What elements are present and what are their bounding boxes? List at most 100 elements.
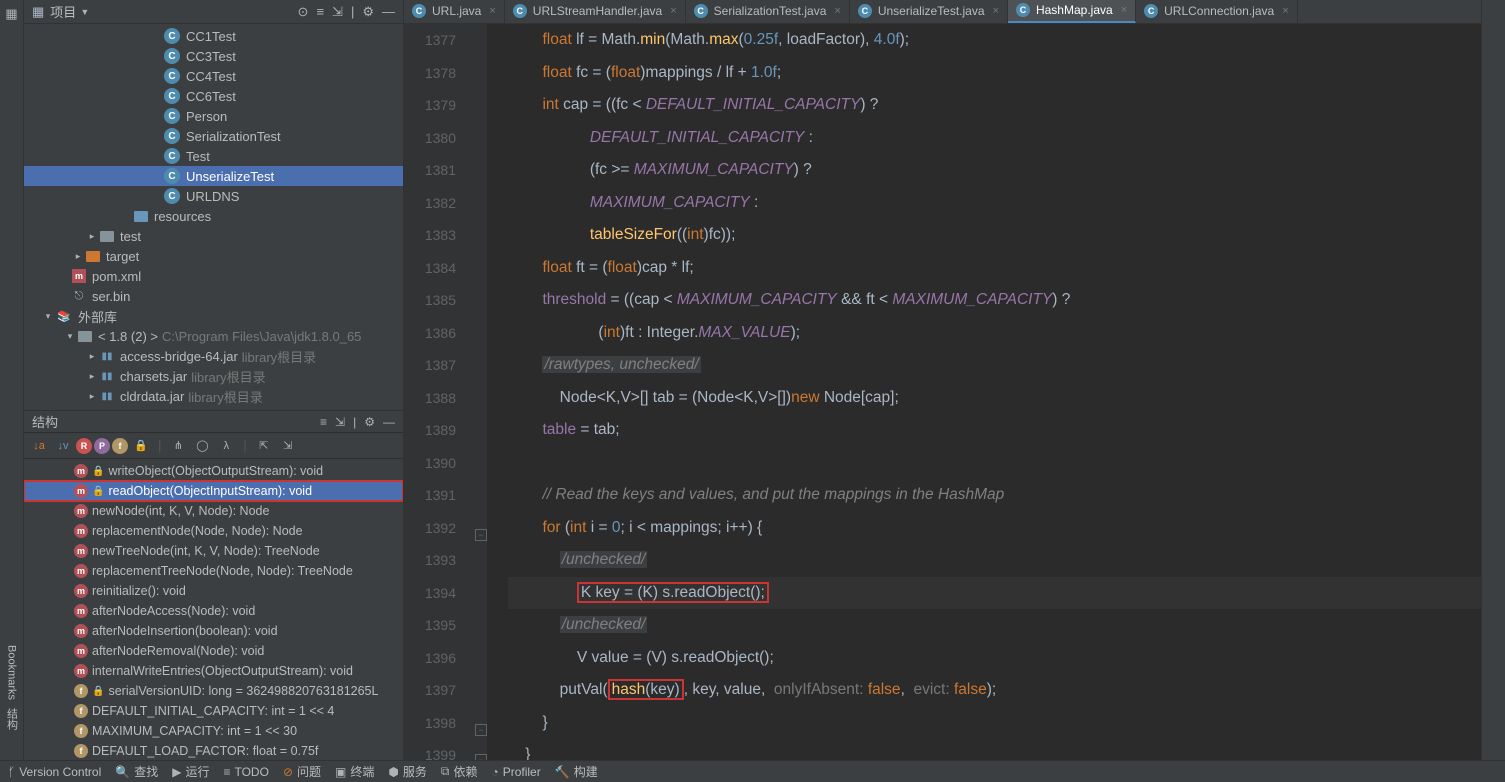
fold-minus-icon[interactable]: − [475, 724, 487, 736]
problems-tab[interactable]: ⊘问题 [283, 763, 321, 780]
gear-icon[interactable]: ⚙ [362, 4, 374, 20]
code-line[interactable]: putVal(hash(key), key, value, onlyIfAbse… [508, 674, 1481, 707]
terminal-tab[interactable]: ▣终端 [335, 763, 374, 780]
tree-item[interactable]: ▾📚外部库 [24, 306, 403, 326]
run-tab[interactable]: ▶运行 [172, 763, 209, 780]
code-area[interactable]: float lf = Math.min(Math.max(0.25f, load… [488, 24, 1481, 760]
sort-visibility-icon[interactable]: ↓v [52, 435, 74, 457]
line-number[interactable]: 1396 [404, 642, 456, 675]
code-line[interactable]: Node<K,V>[] tab = (Node<K,V>[])new Node[… [508, 382, 1481, 415]
expand-icon[interactable]: ⇲ [335, 415, 345, 429]
editor-tab[interactable]: CURL.java× [404, 0, 505, 23]
code-line[interactable]: MAXIMUM_CAPACITY : [508, 187, 1481, 220]
code-line[interactable]: (fc >= MAXIMUM_CAPACITY) ? [508, 154, 1481, 187]
fold-minus-icon[interactable]: − [475, 529, 487, 541]
tree-item[interactable]: CUnserializeTest [24, 166, 403, 186]
tree-item[interactable]: ▸▮▮cldrdata.jarlibrary根目录 [24, 386, 403, 406]
show-records-icon[interactable]: R [76, 438, 92, 454]
close-icon[interactable]: × [993, 5, 999, 17]
close-icon[interactable]: × [1121, 4, 1127, 16]
gear-icon[interactable]: ⚙ [364, 415, 375, 429]
tree-item[interactable]: CCC1Test [24, 26, 403, 46]
code-line[interactable]: float fc = (float)mappings / lf + 1.0f; [508, 57, 1481, 90]
tree-item[interactable]: mpom.xml [24, 266, 403, 286]
expand-icon[interactable]: ⇲ [332, 4, 343, 20]
line-number[interactable]: 1379 [404, 89, 456, 122]
structure-item[interactable]: mafterNodeRemoval(Node): void [24, 641, 403, 661]
show-fields-icon[interactable]: f [112, 438, 128, 454]
structure-item[interactable]: fMAXIMUM_CAPACITY: int = 1 << 30 [24, 721, 403, 741]
fold-minus-icon[interactable]: − [475, 754, 487, 760]
autoscroll-from-icon[interactable]: ⇲ [277, 435, 299, 457]
line-number[interactable]: 1397 [404, 674, 456, 707]
editor[interactable]: 1377137813791380138113821383138413851386… [404, 24, 1481, 760]
line-number[interactable]: 1398 [404, 707, 456, 740]
line-number[interactable]: 1381 [404, 154, 456, 187]
line-number[interactable]: 1390 [404, 447, 456, 480]
structure-item[interactable]: fDEFAULT_LOAD_FACTOR: float = 0.75f [24, 741, 403, 760]
structure-list[interactable]: m🔒writeObject(ObjectOutputStream): voidm… [24, 459, 403, 760]
minimize-icon[interactable]: — [383, 415, 395, 429]
show-properties-icon[interactable]: P [94, 438, 110, 454]
version-control-tab[interactable]: ᚶVersion Control [8, 765, 101, 779]
structure-item[interactable]: fDEFAULT_INITIAL_CAPACITY: int = 1 << 4 [24, 701, 403, 721]
show-lambda-icon[interactable]: λ [215, 435, 237, 457]
find-tab[interactable]: 🔍查找 [115, 763, 158, 780]
tree-item[interactable]: ▸target [24, 246, 403, 266]
code-line[interactable]: V value = (V) s.readObject(); [508, 642, 1481, 675]
structure-item[interactable]: f🔒serialVersionUID: long = 3624988207631… [24, 681, 403, 701]
tree-item[interactable]: ⎋ser.bin [24, 286, 403, 306]
todo-tab[interactable]: ≡TODO [223, 765, 268, 779]
line-number[interactable]: 1389 [404, 414, 456, 447]
tree-item[interactable]: CURLDNS [24, 186, 403, 206]
close-icon[interactable]: × [834, 5, 840, 17]
editor-tab[interactable]: CHashMap.java× [1008, 0, 1136, 23]
structure-item[interactable]: mnewNode(int, K, V, Node): Node [24, 501, 403, 521]
code-line[interactable]: float ft = (float)cap * lf; [508, 252, 1481, 285]
tree-item[interactable]: ▸test [24, 226, 403, 246]
code-line[interactable] [508, 447, 1481, 480]
deps-tab[interactable]: ⧉依赖 [441, 763, 478, 780]
line-number[interactable]: 1377 [404, 24, 456, 57]
line-number[interactable]: 1392 [404, 512, 456, 545]
structure-item[interactable]: mreplacementTreeNode(Node, Node): TreeNo… [24, 561, 403, 581]
structure-item[interactable]: mreplacementNode(Node, Node): Node [24, 521, 403, 541]
structure-item[interactable]: mafterNodeAccess(Node): void [24, 601, 403, 621]
collapse-icon[interactable]: ≡ [320, 415, 327, 429]
code-line[interactable]: /unchecked/ [508, 544, 1481, 577]
gutter[interactable]: 1377137813791380138113821383138413851386… [404, 24, 474, 760]
code-line[interactable]: K key = (K) s.readObject(); [508, 577, 1481, 610]
profiler-tab[interactable]: ◔Profiler [491, 765, 540, 779]
expander-icon[interactable]: ▸ [86, 371, 98, 382]
minimize-icon[interactable]: — [382, 4, 395, 19]
project-strip-icon[interactable]: ▦ [5, 6, 17, 22]
collapse-icon[interactable]: ≡ [316, 4, 324, 19]
code-line[interactable]: } [508, 707, 1481, 740]
structure-item[interactable]: mnewTreeNode(int, K, V, Node): TreeNode [24, 541, 403, 561]
structure-item[interactable]: m🔒readObject(ObjectInputStream): void [24, 481, 403, 501]
editor-tab[interactable]: CURLStreamHandler.java× [505, 0, 686, 23]
tree-item[interactable]: ▸▮▮access-bridge-64.jarlibrary根目录 [24, 346, 403, 366]
editor-tab[interactable]: CUnserializeTest.java× [850, 0, 1008, 23]
expander-icon[interactable]: ▾ [64, 331, 76, 342]
tree-item[interactable]: CTest [24, 146, 403, 166]
tree-item[interactable]: CCC6Test [24, 86, 403, 106]
tree-item[interactable]: CSerializationTest [24, 126, 403, 146]
line-number[interactable]: 1378 [404, 57, 456, 90]
show-inherited-icon[interactable]: ⋔ [167, 435, 189, 457]
line-number[interactable]: 1395 [404, 609, 456, 642]
code-line[interactable]: tableSizeFor((int)fc)); [508, 219, 1481, 252]
line-number[interactable]: 1391 [404, 479, 456, 512]
editor-tab[interactable]: CSerializationTest.java× [686, 0, 850, 23]
expander-icon[interactable]: ▾ [42, 311, 54, 322]
project-view-icon[interactable]: ▦ [32, 4, 44, 20]
tree-item[interactable]: CPerson [24, 106, 403, 126]
line-number[interactable]: 1394 [404, 577, 456, 610]
bookmarks-vertical-label[interactable]: Bookmarks [6, 445, 18, 700]
editor-tab[interactable]: CURLConnection.java× [1136, 0, 1298, 23]
aim-icon[interactable]: ⊙ [298, 4, 309, 20]
line-number[interactable]: 1384 [404, 252, 456, 285]
expander-icon[interactable]: ▸ [86, 231, 98, 242]
code-line[interactable]: /unchecked/ [508, 609, 1481, 642]
expander-icon[interactable]: ▸ [72, 251, 84, 262]
